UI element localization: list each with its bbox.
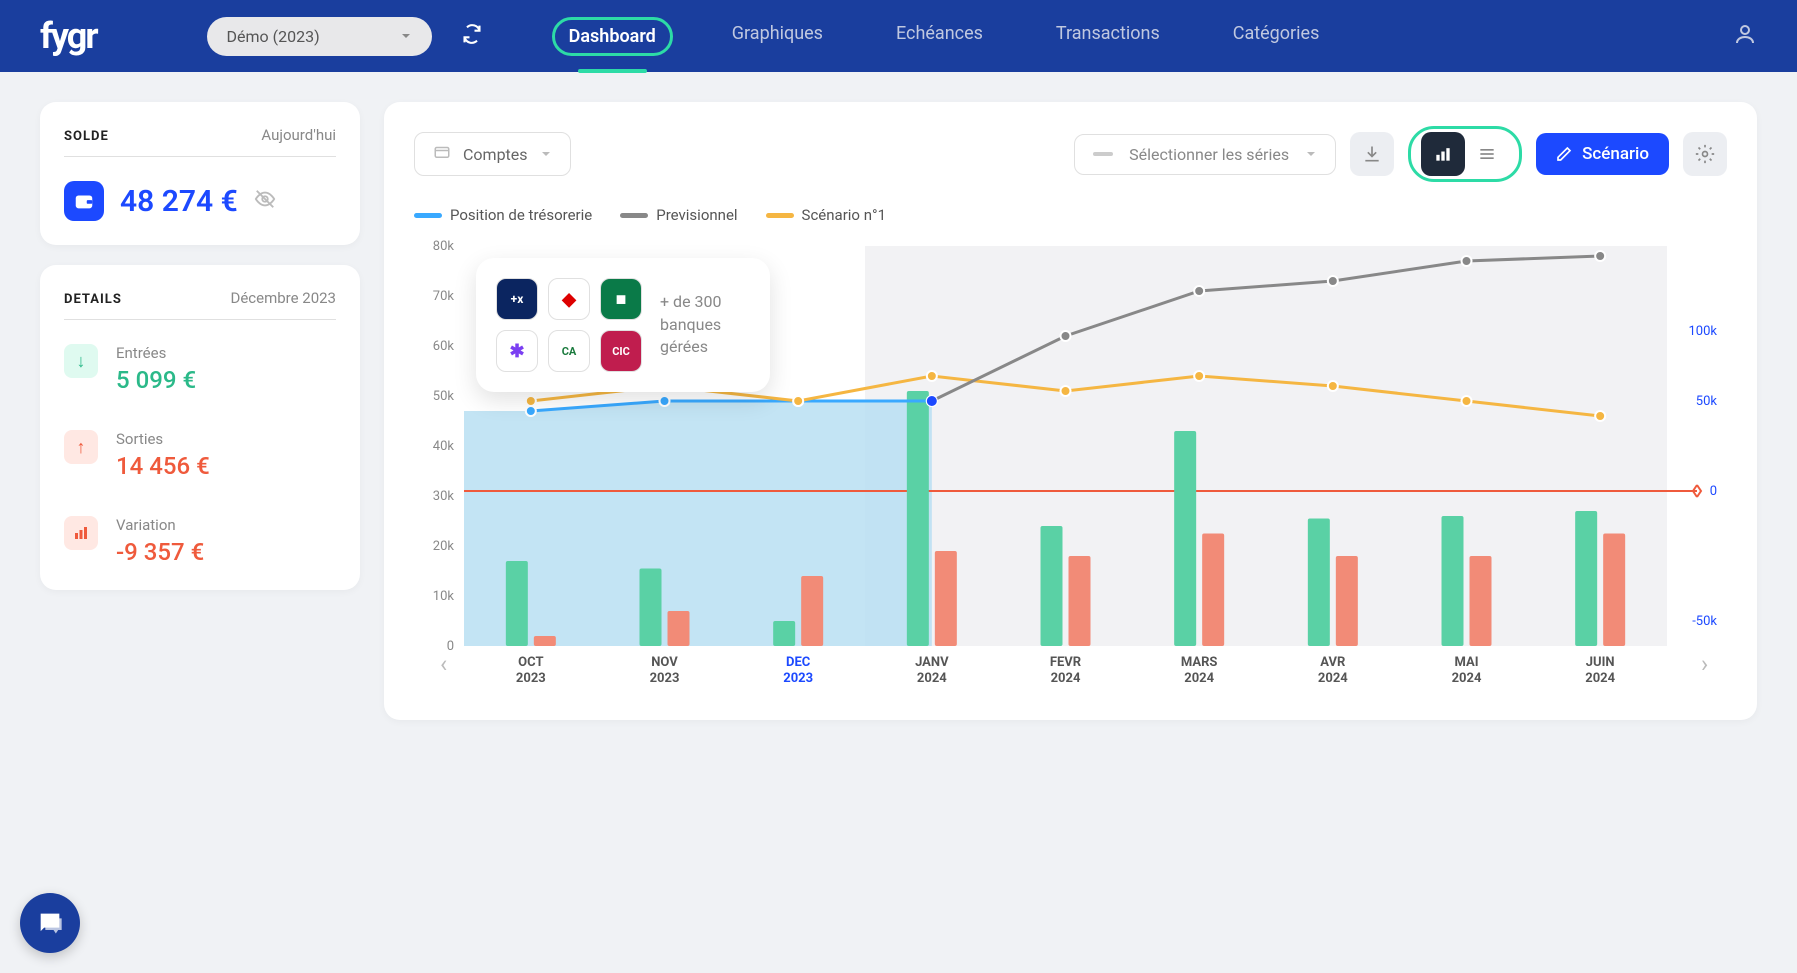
svg-text:JANV: JANV [915,655,949,670]
svg-text:30k: 30k [433,489,455,504]
chevron-down-icon [400,30,412,42]
solde-when: Aujourd'hui [261,126,336,144]
svg-text:50k: 50k [1696,394,1718,409]
refresh-button[interactable] [462,24,482,48]
svg-text:MAI: MAI [1454,655,1478,670]
legend-position: Position de trésorerie [450,206,592,224]
svg-text:0: 0 [447,639,454,654]
svg-text:2023: 2023 [783,671,813,686]
svg-text:50k: 50k [433,389,455,404]
svg-text:2024: 2024 [917,671,947,686]
sorties-value: 14 456 € [116,452,210,480]
nav-echeances[interactable]: Echéances [882,17,997,56]
svg-text:2024: 2024 [1585,671,1615,686]
chart-legend: Position de trésorerie Previsionnel Scén… [414,206,1727,224]
view-toggle-group [1408,126,1522,182]
svg-text:2024: 2024 [1452,671,1482,686]
chevron-down-icon [540,148,552,160]
svg-text:‹: ‹ [440,650,447,678]
svg-text:2024: 2024 [1318,671,1348,686]
chart-panel: Comptes Sélectionner les séries [384,102,1757,720]
svg-text:100k: 100k [1688,324,1717,339]
list-view-button[interactable] [1465,132,1509,176]
arrow-up-out-icon: ↑ [64,430,98,464]
legend-scenario: Scénario n°1 [802,206,886,224]
details-period: Décembre 2023 [230,289,336,307]
settings-button[interactable] [1683,132,1727,176]
project-selector-label: Démo (2023) [227,27,320,46]
svg-text:FEVR: FEVR [1050,655,1082,670]
project-selector[interactable]: Démo (2023) [207,17,432,56]
svg-text:60k: 60k [433,339,455,354]
nav-graphiques[interactable]: Graphiques [718,17,837,56]
svg-text:2023: 2023 [516,671,546,686]
svg-text:0: 0 [1710,484,1717,499]
svg-text:-50k: -50k [1692,614,1717,629]
nav-transactions[interactable]: Transactions [1042,17,1174,56]
nav-dashboard[interactable]: Dashboard [552,17,673,56]
svg-text:JUIN: JUIN [1586,655,1615,670]
scenario-button[interactable]: Scénario [1536,133,1669,175]
svg-text:2023: 2023 [650,671,680,686]
line-icon [1093,152,1113,156]
variation-label: Variation [116,516,204,534]
arrow-down-in-icon: ↓ [64,344,98,378]
chat-button[interactable] [20,893,80,953]
main-nav: Dashboard Graphiques Echéances Transacti… [552,17,1334,56]
banks-popup: +x ◆ ■ ✱ CA CIC + de 300 banques gérées [476,258,770,392]
svg-text:›: › [1701,650,1708,678]
svg-text:DEC: DEC [786,655,811,670]
bar-view-button[interactable] [1421,132,1465,176]
series-label: Sélectionner les séries [1129,145,1289,164]
solde-amount: 48 274 € [120,184,238,219]
legend-previsionnel: Previsionnel [656,206,737,224]
svg-text:AVR: AVR [1320,655,1346,670]
comptes-dropdown[interactable]: Comptes [414,132,571,176]
series-dropdown[interactable]: Sélectionner les séries [1074,134,1336,175]
svg-text:10k: 10k [433,589,455,604]
bars-icon [64,516,98,550]
svg-text:NOV: NOV [651,655,678,670]
comptes-label: Comptes [463,145,528,164]
logo: fygr [40,15,97,57]
svg-text:OCT: OCT [518,655,543,670]
entrees-value: 5 099 € [116,366,196,394]
download-button[interactable] [1350,132,1394,176]
svg-text:80k: 80k [433,239,455,254]
pencil-icon [1556,146,1572,162]
svg-text:MARS: MARS [1181,655,1218,670]
wallet-icon [64,181,104,221]
sorties-label: Sorties [116,430,210,448]
svg-text:70k: 70k [433,289,455,304]
solde-title: SOLDE [64,129,109,144]
top-bar: fygr Démo (2023) Dashboard Graphiques Ec… [0,0,1797,72]
svg-text:2024: 2024 [1184,671,1214,686]
svg-text:2024: 2024 [1051,671,1081,686]
banks-text: + de 300 banques gérées [660,291,750,358]
details-card: DETAILS Décembre 2023 ↓ Entrées 5 099 € … [40,265,360,590]
svg-text:40k: 40k [433,439,455,454]
nav-categories[interactable]: Catégories [1219,17,1334,56]
card-icon [433,143,451,165]
scenario-label: Scénario [1582,144,1649,164]
entrees-label: Entrées [116,344,196,362]
solde-card: SOLDE Aujourd'hui 48 274 € [40,102,360,245]
chevron-down-icon [1305,148,1317,160]
svg-text:20k: 20k [433,539,455,554]
details-title: DETAILS [64,292,122,307]
eye-off-icon[interactable] [254,188,276,214]
user-menu[interactable] [1733,22,1757,50]
variation-value: -9 357 € [116,538,204,566]
